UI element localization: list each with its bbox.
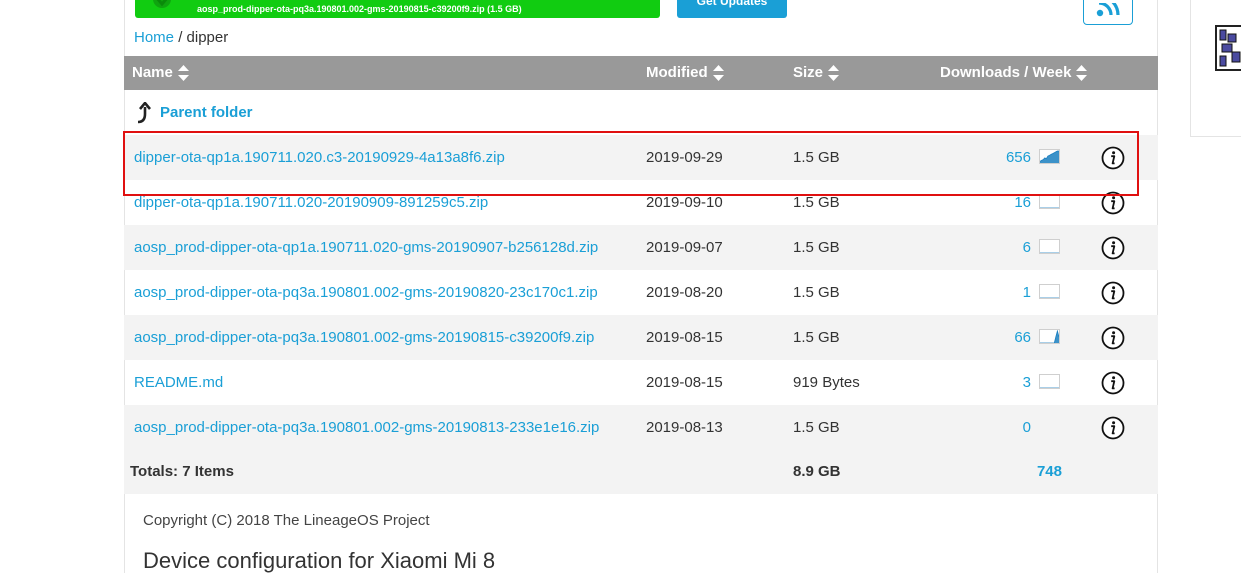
get-updates-label: Get Updates [696, 0, 768, 8]
column-header-size[interactable]: Size [793, 56, 840, 90]
column-header-name[interactable]: Name [132, 56, 189, 90]
totals-size: 8.9 GB [793, 463, 841, 480]
table-row: aosp_prod-dipper-ota-qp1a.190711.020-gms… [124, 225, 1158, 270]
info-circle-icon[interactable] [1101, 416, 1125, 440]
file-name-link[interactable]: aosp_prod-dipper-ota-pq3a.190801.002-gms… [134, 405, 634, 450]
info-circle-icon[interactable] [1101, 191, 1125, 215]
file-name-link[interactable]: dipper-ota-qp1a.190711.020.c3-20190929-4… [134, 135, 634, 180]
column-header-downloads-label: Downloads / Week [940, 64, 1072, 81]
info-circle-icon[interactable] [1101, 326, 1125, 350]
file-modified-date: 2019-08-20 [646, 284, 723, 301]
sparkline-chart-icon[interactable] [1039, 149, 1060, 164]
file-modified-date: 2019-08-15 [646, 329, 723, 346]
file-downloads-count[interactable]: 3 [964, 360, 1031, 405]
table-row: README.md 2019-08-15 919 Bytes 3 [124, 360, 1158, 405]
parent-folder-link[interactable]: Parent folder [136, 90, 253, 135]
download-button-label: aosp_prod-dipper-ota-pq3a.190801.002-gms… [197, 4, 522, 14]
column-header-downloads[interactable]: Downloads / Week [940, 56, 1088, 90]
file-modified-date: 2019-09-29 [646, 149, 723, 166]
parent-folder-arrow-icon [137, 101, 151, 123]
file-downloads-count[interactable]: 1 [964, 270, 1031, 315]
device-config-heading: Device configuration for Xiaomi Mi 8 [143, 548, 496, 573]
breadcrumb-separator: / [178, 29, 183, 46]
sparkline-chart-icon[interactable] [1039, 374, 1060, 389]
file-name-link[interactable]: aosp_prod-dipper-ota-pq3a.190801.002-gms… [134, 315, 634, 360]
get-updates-button[interactable]: Get Updates [677, 0, 787, 18]
download-icon [149, 0, 175, 17]
breadcrumb: Home / dipper [134, 29, 228, 46]
file-downloads-count[interactable]: 656 [964, 135, 1031, 180]
sparkline-chart-icon[interactable] [1039, 194, 1060, 209]
table-row: dipper-ota-qp1a.190711.020-20190909-8912… [124, 180, 1158, 225]
file-modified-date: 2019-09-07 [646, 239, 723, 256]
file-downloads-count[interactable]: 6 [964, 225, 1031, 270]
file-size: 1.5 GB [793, 419, 840, 436]
file-modified-date: 2019-08-13 [646, 419, 723, 436]
sparkline-chart-icon[interactable] [1039, 284, 1060, 299]
file-downloads-count[interactable]: 0 [964, 405, 1031, 450]
totals-label: Totals: 7 Items [130, 463, 234, 480]
copyright-text: Copyright (C) 2018 The LineageOS Project [143, 512, 430, 529]
sort-arrows-icon [828, 65, 840, 81]
file-modified-date: 2019-08-15 [646, 374, 723, 391]
file-name-link[interactable]: dipper-ota-qp1a.190711.020-20190909-8912… [134, 180, 634, 225]
file-name-link[interactable]: aosp_prod-dipper-ota-pq3a.190801.002-gms… [134, 270, 634, 315]
parent-folder-label: Parent folder [160, 104, 253, 121]
file-modified-date: 2019-09-10 [646, 194, 723, 211]
table-row: dipper-ota-qp1a.190711.020.c3-20190929-4… [124, 135, 1158, 180]
device-image-icon [1215, 25, 1241, 71]
download-latest-button[interactable]: aosp_prod-dipper-ota-pq3a.190801.002-gms… [135, 0, 660, 18]
rss-icon [1096, 3, 1120, 17]
file-name-link[interactable]: README.md [134, 360, 634, 405]
parent-folder-row [124, 90, 1158, 135]
column-header-modified-label: Modified [646, 64, 708, 81]
file-size: 1.5 GB [793, 284, 840, 301]
column-header-name-label: Name [132, 64, 173, 81]
sort-arrows-icon [1076, 65, 1088, 81]
totals-row: Totals: 7 Items 8.9 GB 748 [124, 449, 1158, 494]
sort-arrows-icon [712, 65, 724, 81]
file-size: 1.5 GB [793, 194, 840, 211]
info-circle-icon[interactable] [1101, 281, 1125, 305]
file-size: 919 Bytes [793, 374, 860, 391]
totals-downloads: 748 [1036, 463, 1062, 480]
file-size: 1.5 GB [793, 239, 840, 256]
file-downloads-count[interactable]: 16 [964, 180, 1031, 225]
file-size: 1.5 GB [793, 329, 840, 346]
table-row: aosp_prod-dipper-ota-pq3a.190801.002-gms… [124, 405, 1158, 450]
info-circle-icon[interactable] [1101, 236, 1125, 260]
column-header-modified[interactable]: Modified [646, 56, 724, 90]
file-table-header: Name Modified Size Downloads / Week [124, 56, 1158, 90]
column-header-size-label: Size [793, 64, 824, 81]
file-size: 1.5 GB [793, 149, 840, 166]
breadcrumb-home-link[interactable]: Home [134, 29, 174, 46]
file-name-link[interactable]: aosp_prod-dipper-ota-qp1a.190711.020-gms… [134, 225, 634, 270]
info-circle-icon[interactable] [1101, 371, 1125, 395]
table-row: aosp_prod-dipper-ota-pq3a.190801.002-gms… [124, 270, 1158, 315]
sort-arrows-icon [177, 65, 189, 81]
rss-button[interactable] [1083, 0, 1133, 25]
file-downloads-count[interactable]: 66 [964, 315, 1031, 360]
table-row: aosp_prod-dipper-ota-pq3a.190801.002-gms… [124, 315, 1158, 360]
sparkline-chart-icon[interactable] [1039, 239, 1060, 254]
info-circle-icon[interactable] [1101, 146, 1125, 170]
sparkline-chart-icon[interactable] [1039, 329, 1060, 344]
breadcrumb-current: dipper [186, 29, 229, 46]
